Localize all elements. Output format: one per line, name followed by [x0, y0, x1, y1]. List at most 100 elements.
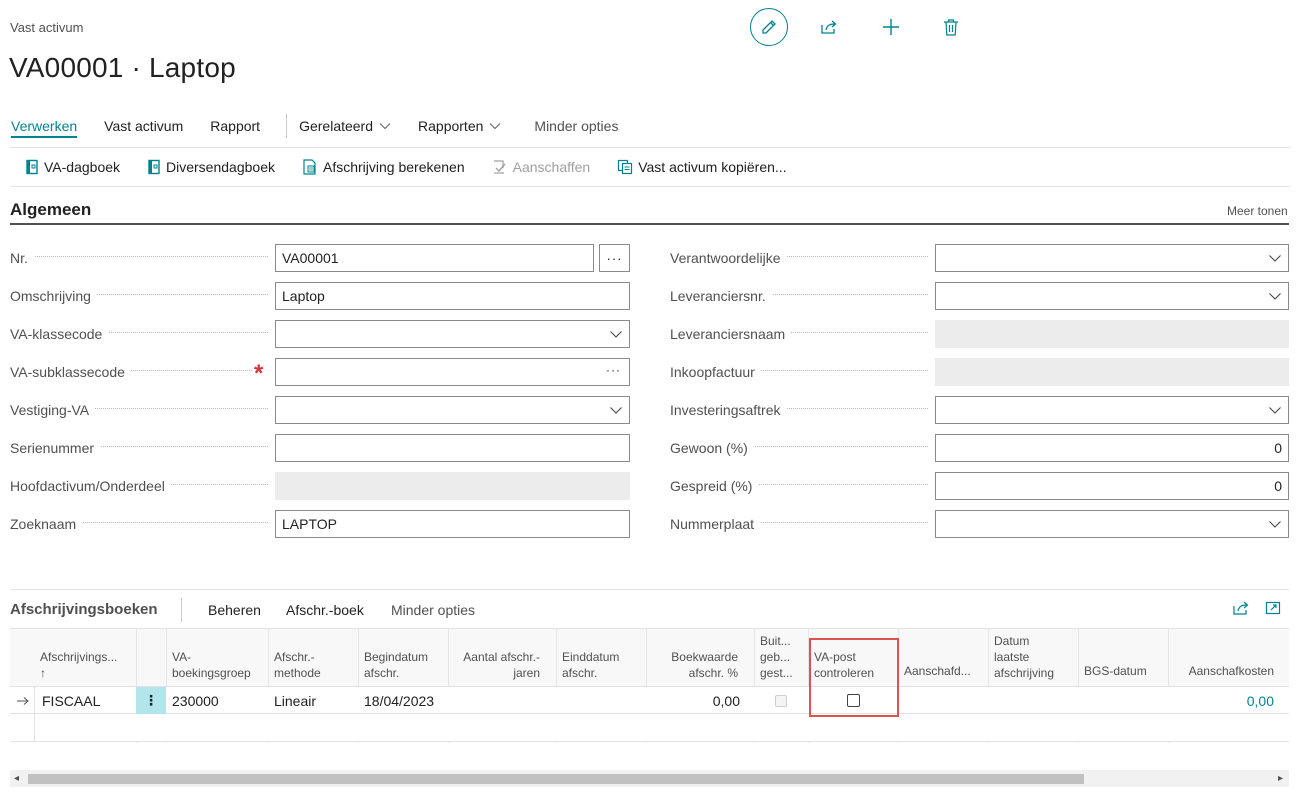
vast-activum-kopieren-button[interactable]: Vast activum kopiëren... — [617, 159, 787, 175]
cell-aantal-jaren[interactable] — [452, 687, 548, 714]
vestiging-select[interactable] — [275, 396, 630, 424]
cell-begindatum[interactable]: 18/04/2023 — [364, 687, 448, 714]
copy-icon — [617, 159, 633, 175]
serienummer-input[interactable] — [275, 434, 630, 462]
diversendagboek-button[interactable]: Diversendagboek — [147, 159, 275, 175]
subklassecode-input[interactable]: ··· — [275, 358, 630, 386]
cell-boekwaarde[interactable]: 0,00 — [650, 687, 740, 714]
table-row-empty[interactable] — [10, 714, 1289, 742]
cell-aanschafdatum[interactable] — [904, 687, 988, 714]
scrollbar-thumb[interactable] — [28, 774, 1084, 784]
journal-icon — [25, 159, 39, 175]
cell-boek[interactable]: FISCAAL — [42, 687, 134, 714]
nr-assist-button[interactable]: ··· — [599, 244, 630, 272]
field-label: Inkoopfactuur — [670, 364, 928, 380]
input-value: 0 — [1274, 478, 1282, 494]
row-indicator-arrow-icon — [16, 687, 34, 714]
share-icon[interactable] — [1232, 600, 1249, 616]
field-label: Vestiging-VA — [10, 402, 268, 418]
cell-methode[interactable]: Lineair — [274, 687, 358, 714]
scroll-right-icon[interactable]: ▸ — [1278, 773, 1283, 784]
field-row-klassecode: VA-klassecode — [10, 320, 268, 348]
column-header-boek[interactable]: Afschrijvings... ↑ — [40, 649, 117, 681]
cell-boekingsgroep[interactable]: 230000 — [172, 687, 266, 714]
ellipsis-icon[interactable]: ··· — [606, 363, 621, 377]
zoeknaam-input[interactable]: LAPTOP — [275, 510, 630, 538]
column-header-buiten-gebruik[interactable]: Buit... geb... gest... — [760, 633, 793, 681]
scroll-left-icon[interactable]: ◂ — [14, 773, 19, 784]
input-value: Laptop — [282, 288, 325, 304]
column-header-laatste-afschrijving[interactable]: Datum laatste afschrijving — [994, 633, 1054, 681]
column-header-aanschafkosten[interactable]: Aanschafkosten — [1174, 663, 1274, 679]
tab-rapporten[interactable]: Rapporten — [418, 118, 501, 134]
column-header-bgs-datum[interactable]: BGS-datum — [1084, 663, 1147, 679]
gespreid-input[interactable]: 0 — [935, 472, 1289, 500]
column-header-begindatum[interactable]: Begindatum afschr. — [364, 649, 428, 681]
column-header-methode[interactable]: Afschr.- methode — [274, 649, 321, 681]
section-divider — [10, 223, 1289, 225]
va-dagboek-button[interactable]: VA-dagboek — [25, 159, 120, 175]
table-row[interactable]: FISCAAL ⋮ 230000 Lineair 18/04/2023 0,00… — [10, 686, 1289, 715]
field-label: Omschrijving — [10, 288, 268, 304]
edit-button[interactable] — [750, 8, 788, 46]
column-header-einddatum[interactable]: Einddatum afschr. — [562, 649, 619, 681]
field-row-serienummer: Serienummer — [10, 434, 268, 462]
aanschaffen-button[interactable]: Aanschaffen — [492, 159, 590, 175]
action-label: VA-dagboek — [44, 159, 121, 175]
cell-aanschafkosten[interactable]: 0,00 — [1174, 687, 1274, 714]
tab-label: Rapport — [210, 118, 261, 134]
investeringsaftrek-select[interactable] — [935, 396, 1289, 424]
tab-label: Rapporten — [418, 118, 484, 134]
cell-laatste-afschrijving[interactable] — [994, 687, 1078, 714]
column-header-boekingsgroep[interactable]: VA-boekingsgroep — [172, 649, 251, 681]
cell-bgs-datum[interactable] — [1084, 687, 1168, 714]
nummerplaat-select[interactable] — [935, 510, 1289, 538]
highlight-box — [809, 638, 899, 717]
horizontal-scrollbar[interactable]: ◂ ▸ — [10, 770, 1289, 787]
field-row-hoofdactivum: Hoofdactivum/Onderdeel — [10, 472, 268, 500]
field-label: VA-subklassecode — [10, 364, 252, 380]
chevron-down-icon — [379, 123, 391, 130]
tab-vast-activum[interactable]: Vast activum — [104, 118, 183, 134]
field-row-inkoopfactuur: Inkoopfactuur — [670, 358, 928, 386]
section-title[interactable]: Algemeen — [10, 200, 91, 220]
share-button[interactable] — [810, 8, 848, 46]
leveranciersnr-select[interactable] — [935, 282, 1289, 310]
subpage-title[interactable]: Afschrijvingsboeken — [10, 601, 158, 618]
depreciation-books-grid: Afschrijvings... ↑ VA-boekingsgroep Afsch… — [10, 628, 1289, 743]
afschrijving-berekenen-button[interactable]: Afschrijving berekenen — [302, 159, 465, 175]
field-label: Verantwoordelijke — [670, 250, 928, 266]
minder-opties-link[interactable]: Minder opties — [391, 602, 475, 618]
verantwoordelijke-select[interactable] — [935, 244, 1289, 272]
klassecode-select[interactable] — [275, 320, 630, 348]
breadcrumb: Vast activum — [10, 20, 84, 35]
hoofdactivum-field — [275, 472, 630, 500]
cell-buiten-gebruik — [775, 687, 795, 714]
expand-icon[interactable] — [1265, 600, 1281, 616]
beheren-menu[interactable]: Beheren — [208, 602, 261, 618]
input-value: 0 — [1274, 440, 1282, 456]
row-menu-button[interactable]: ⋮ — [136, 687, 166, 714]
tab-minder-opties[interactable]: Minder opties — [534, 118, 618, 134]
field-row-verantwoordelijke: Verantwoordelijke — [670, 244, 928, 272]
action-bar: VA-dagboek Diversendagboek Afschrijving … — [10, 147, 1290, 187]
show-more-link[interactable]: Meer tonen — [1227, 204, 1288, 218]
afschr-boek-menu[interactable]: Afschr.-boek — [286, 602, 364, 618]
omschrijving-input[interactable]: Laptop — [275, 282, 630, 310]
chevron-down-icon — [1269, 521, 1281, 528]
column-header-boekwaarde[interactable]: Boekwaarde afschr. % — [650, 649, 738, 681]
column-divider — [34, 714, 35, 742]
delete-button[interactable] — [932, 8, 970, 46]
column-header-aanschafdatum[interactable]: Aanschafd... — [904, 663, 971, 679]
tab-verwerken[interactable]: Verwerken — [11, 118, 78, 138]
nr-input[interactable]: VA00001 — [275, 244, 594, 272]
tab-rapport[interactable]: Rapport — [210, 118, 260, 134]
gewoon-input[interactable]: 0 — [935, 434, 1289, 462]
new-button[interactable] — [872, 8, 910, 46]
chevron-down-icon — [1269, 255, 1281, 262]
required-indicator: * — [254, 360, 264, 387]
cell-einddatum[interactable] — [562, 687, 646, 714]
tab-gerelateerd[interactable]: Gerelateerd — [299, 118, 391, 134]
chevron-down-icon — [490, 123, 501, 130]
column-header-aantal-jaren[interactable]: Aantal afschr.- jaren — [452, 649, 540, 681]
